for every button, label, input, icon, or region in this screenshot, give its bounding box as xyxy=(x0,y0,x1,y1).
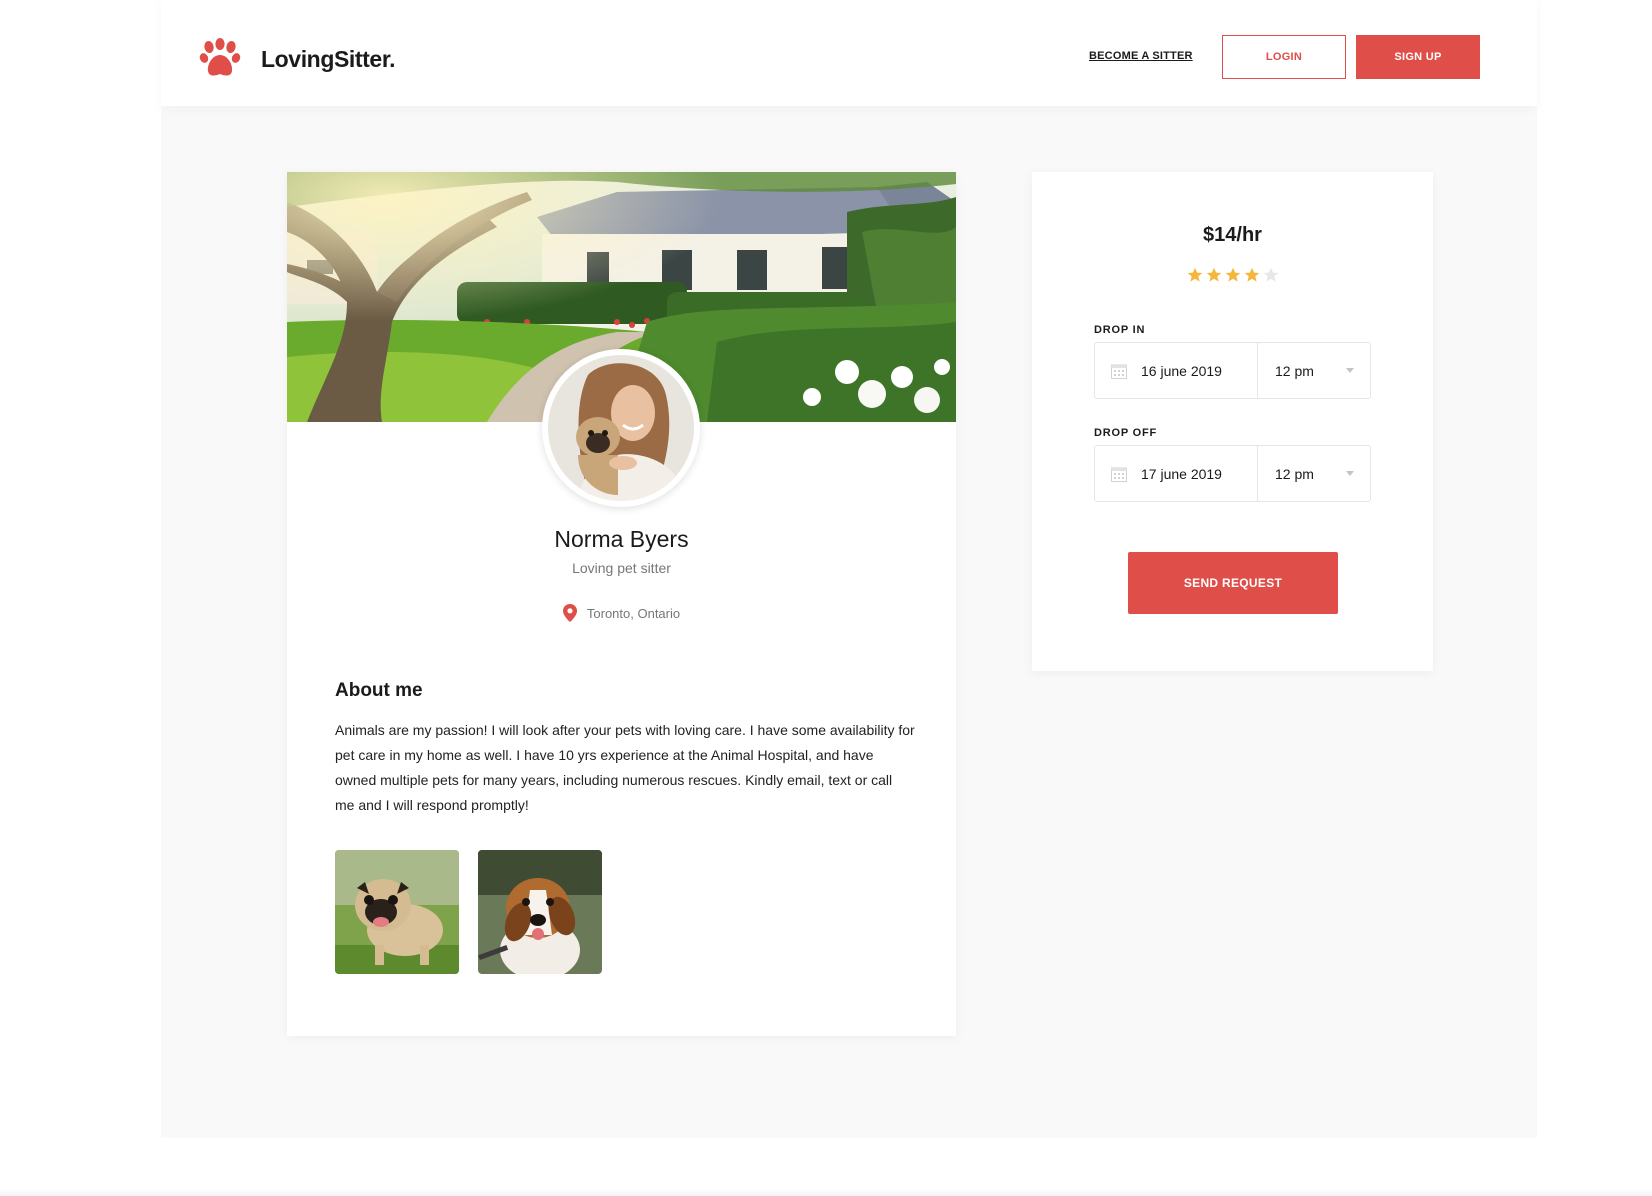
star-filled-icon xyxy=(1206,267,1221,282)
become-sitter-link[interactable]: BECOME A SITTER xyxy=(1089,50,1193,62)
pug-photo xyxy=(335,850,459,974)
drop-in-field: 16 june 2019 12 pm xyxy=(1094,342,1371,399)
avatar xyxy=(542,349,700,507)
star-empty-icon xyxy=(1263,267,1278,282)
star-filled-icon xyxy=(1225,267,1240,282)
beagle-photo xyxy=(478,850,602,974)
star-filled-icon xyxy=(1244,267,1259,282)
login-button[interactable]: LOGIN xyxy=(1222,35,1346,79)
pet-photo-beagle[interactable] xyxy=(478,850,602,974)
drop-off-date-picker[interactable]: 17 june 2019 xyxy=(1095,446,1258,501)
sitter-location: Toronto, Ontario xyxy=(287,604,956,622)
brand-name: LovingSitter. xyxy=(261,45,396,72)
profile-card: Norma Byers Loving pet sitter Toronto, O… xyxy=(287,172,956,1036)
hourly-price: $14/hr xyxy=(1203,224,1262,246)
paw-icon xyxy=(199,38,241,76)
sitter-name: Norma Byers xyxy=(554,526,689,552)
signup-button[interactable]: SIGN UP xyxy=(1356,35,1480,79)
drop-off-date: 17 june 2019 xyxy=(1141,465,1222,482)
brand-logo[interactable]: LovingSitter. xyxy=(199,38,395,80)
drop-off-label: DROP OFF xyxy=(1094,427,1158,439)
calendar-icon xyxy=(1111,364,1127,379)
chevron-down-icon xyxy=(1346,368,1354,373)
calendar-icon xyxy=(1111,467,1127,482)
about-text: Animals are my passion! I will look afte… xyxy=(335,722,915,813)
drop-off-time-select[interactable]: 12 pm xyxy=(1258,446,1370,501)
drop-in-date: 16 june 2019 xyxy=(1141,362,1222,379)
drop-in-time: 12 pm xyxy=(1275,362,1314,379)
drop-in-date-picker[interactable]: 16 june 2019 xyxy=(1095,343,1258,398)
drop-off-time: 12 pm xyxy=(1275,465,1314,482)
booking-card: $14/hr DROP IN 16 june 2019 12 pm DROP O… xyxy=(1032,172,1433,671)
about-title: About me xyxy=(335,680,423,701)
pet-photo-pug[interactable] xyxy=(335,850,459,974)
drop-in-time-select[interactable]: 12 pm xyxy=(1258,343,1370,398)
sitter-role: Loving pet sitter xyxy=(572,560,671,576)
chevron-down-icon xyxy=(1346,471,1354,476)
rating-stars xyxy=(1032,267,1433,283)
drop-off-field: 17 june 2019 12 pm xyxy=(1094,445,1371,502)
drop-in-label: DROP IN xyxy=(1094,324,1146,336)
avatar-photo xyxy=(548,355,694,501)
top-navbar: LovingSitter. BECOME A SITTER LOGIN SIGN… xyxy=(161,0,1537,106)
page-bottom-edge xyxy=(0,1188,1652,1196)
send-request-button[interactable]: SEND REQUEST xyxy=(1128,552,1338,614)
map-pin-icon xyxy=(562,604,577,622)
location-text: Toronto, Ontario xyxy=(586,605,681,621)
star-filled-icon xyxy=(1187,267,1202,282)
